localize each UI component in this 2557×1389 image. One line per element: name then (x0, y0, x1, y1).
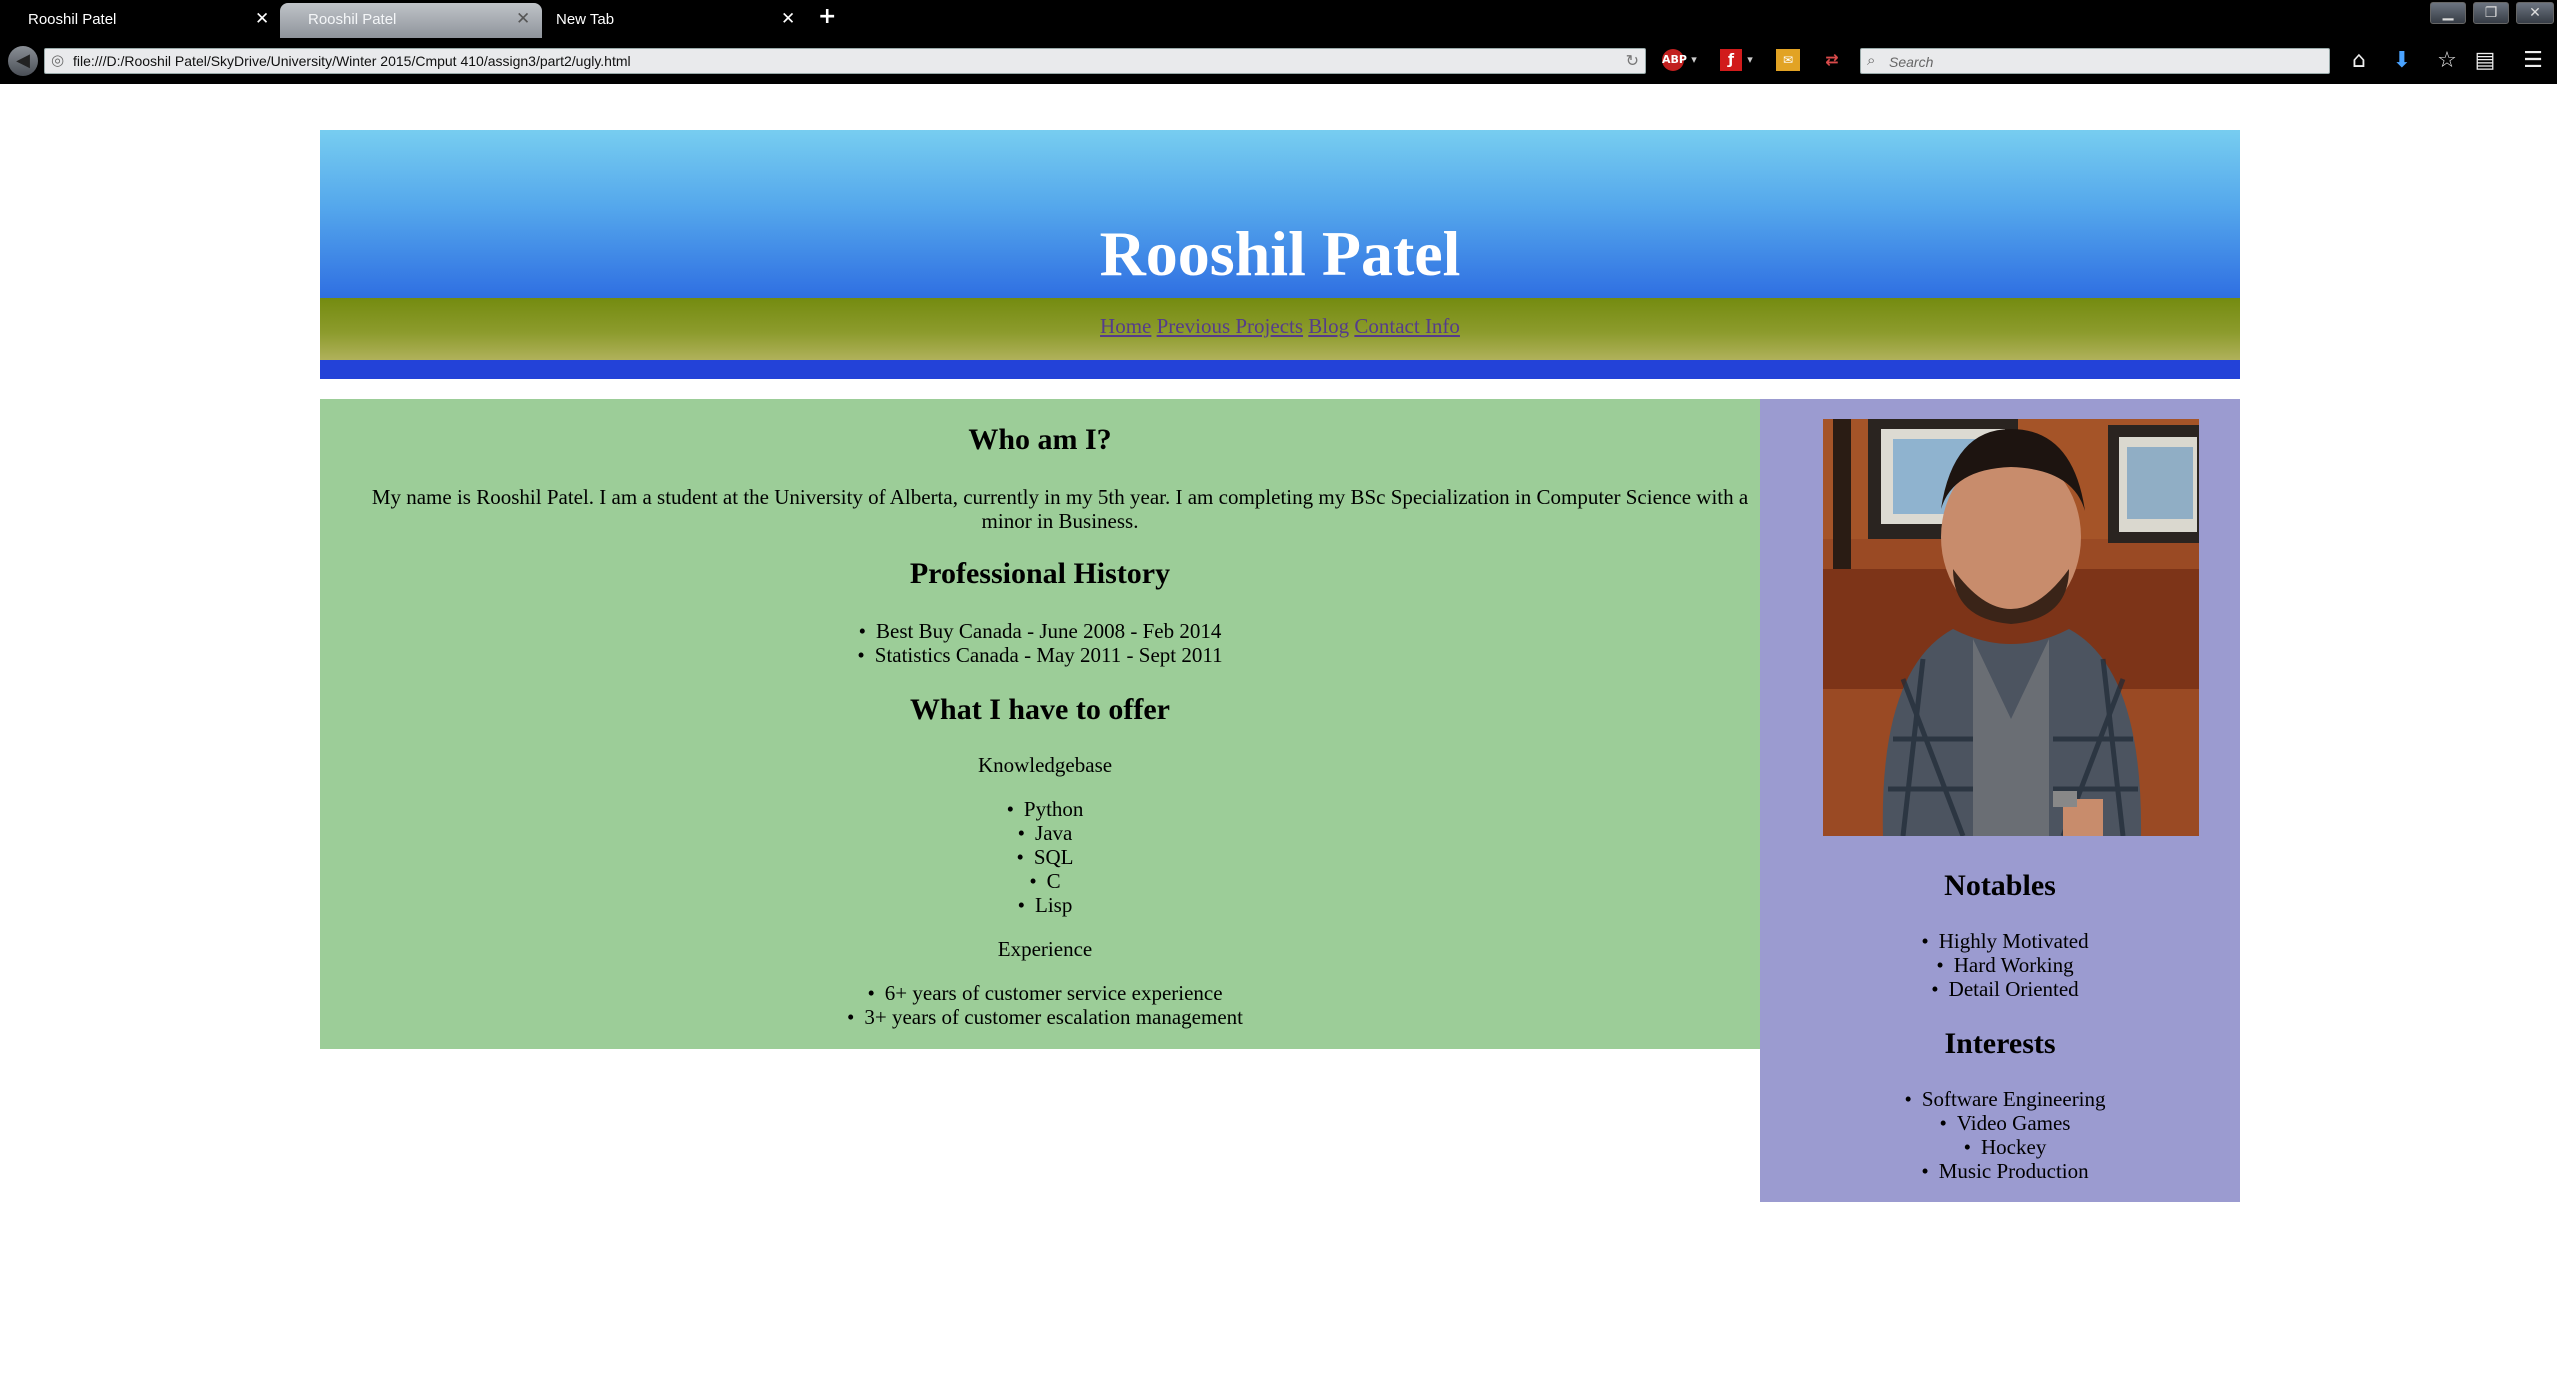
site-nav: Home Previous Projects Blog Contact Info (320, 298, 2240, 360)
star-icon[interactable]: ☆ (2432, 47, 2462, 75)
url-bar[interactable]: ◎ file:///D:/Rooshil Patel/SkyDrive/Univ… (44, 48, 1646, 74)
tab-title: Rooshil Patel (308, 11, 397, 28)
nav-link-contact-info[interactable]: Contact Info (1354, 314, 1460, 338)
list-item: Java (330, 821, 1760, 845)
tab-new-tab[interactable]: New Tab ✕ (528, 3, 806, 38)
url-text[interactable]: file:///D:/Rooshil Patel/SkyDrive/Univer… (73, 53, 631, 69)
list-item: Statistics Canada - May 2011 - Sept 2011 (320, 643, 1760, 667)
nav-link-blog[interactable]: Blog (1308, 314, 1349, 338)
list-item: Detail Oriented (1770, 977, 2240, 1001)
plus-icon[interactable]: + (818, 4, 836, 29)
search-input[interactable]: ⌕ Search (1860, 48, 2330, 74)
list-item: C (330, 869, 1760, 893)
chevron-down-icon[interactable]: ▾ (1688, 49, 1700, 71)
divider-bar (320, 360, 2240, 379)
interests-list: Software Engineering Video Games Hockey … (1770, 1087, 2240, 1183)
search-icon: ⌕ (1867, 51, 1876, 69)
nav-link-previous-projects[interactable]: Previous Projects (1157, 314, 1303, 338)
list-item: Music Production (1770, 1159, 2240, 1183)
chevron-down-icon[interactable]: ▾ (1744, 49, 1756, 71)
site-header: Rooshil Patel (320, 130, 2240, 298)
close-icon[interactable]: ✕ (255, 9, 269, 29)
extension-icon[interactable]: ✉ (1776, 49, 1800, 71)
adblock-icon[interactable]: ABP (1662, 49, 1687, 71)
close-icon[interactable]: ✕ (781, 9, 795, 29)
site-title: Rooshil Patel (1099, 218, 1461, 289)
list-item: Highly Motivated (1770, 929, 2240, 953)
sidebar: Notables Highly Motivated Hard Working D… (1760, 399, 2240, 1202)
experience-list: 6+ years of customer service experience … (330, 981, 1760, 1029)
profile-photo (1823, 419, 2199, 836)
restore-icon[interactable]: ❐ (2473, 2, 2509, 24)
who-text: My name is Rooshil Patel. I am a student… (371, 485, 1749, 533)
window-close-icon[interactable]: ✕ (2516, 2, 2554, 24)
reload-icon[interactable]: ↻ (1626, 51, 1639, 70)
experience-label: Experience (997, 937, 1093, 961)
back-arrow-icon[interactable]: ◀ (8, 46, 38, 76)
list-item: Best Buy Canada - June 2008 - Feb 2014 (320, 619, 1760, 643)
offer-heading: What I have to offer (910, 693, 1170, 726)
list-item: Hard Working (1770, 953, 2240, 977)
tab-title: New Tab (556, 11, 615, 28)
tab-title: Rooshil Patel (28, 11, 117, 28)
download-icon[interactable]: ⬇ (2387, 47, 2417, 75)
hamburger-menu-icon[interactable]: ☰ (2518, 47, 2548, 75)
clipboard-icon[interactable]: ▤ (2470, 47, 2500, 75)
list-item: SQL (330, 845, 1760, 869)
interests-heading: Interests (1944, 1027, 2056, 1060)
knowledge-list: Python Java SQL C Lisp (330, 797, 1760, 917)
list-item: Lisp (330, 893, 1760, 917)
history-list: Best Buy Canada - June 2008 - Feb 2014 S… (320, 619, 1760, 667)
main-content: Who am I? My name is Rooshil Patel. I am… (320, 399, 1760, 1049)
browser-tab-bar: Rooshil Patel ✕ Rooshil Patel ✕ New Tab … (0, 0, 2557, 38)
knowledge-label: Knowledgebase (977, 753, 1113, 777)
list-item: 3+ years of customer escalation manageme… (330, 1005, 1760, 1029)
list-item: Python (330, 797, 1760, 821)
notables-heading: Notables (1944, 869, 2056, 902)
sync-icon[interactable]: ⇄ (1820, 49, 1844, 71)
minimize-icon[interactable]: ▁ (2430, 2, 2466, 24)
nav-link-home[interactable]: Home (1100, 314, 1151, 338)
list-item: Hockey (1770, 1135, 2240, 1159)
home-icon[interactable]: ⌂ (2344, 47, 2374, 75)
notables-list: Highly Motivated Hard Working Detail Ori… (1770, 929, 2240, 1001)
who-heading: Who am I? (968, 423, 1112, 456)
page-info-icon[interactable]: ◎ (51, 51, 64, 69)
browser-toolbar: ◀ ◎ file:///D:/Rooshil Patel/SkyDrive/Un… (0, 38, 2557, 84)
flash-icon[interactable]: ƒ (1720, 49, 1742, 71)
profile-photo-image (1823, 419, 2199, 836)
list-item: Video Games (1770, 1111, 2240, 1135)
search-placeholder: Search (1889, 54, 1934, 70)
list-item: 6+ years of customer service experience (330, 981, 1760, 1005)
list-item: Software Engineering (1770, 1087, 2240, 1111)
history-heading: Professional History (909, 557, 1171, 590)
tab-rooshil-patel-2[interactable]: Rooshil Patel ✕ (280, 3, 542, 38)
tab-rooshil-patel-1[interactable]: Rooshil Patel ✕ (0, 3, 280, 38)
